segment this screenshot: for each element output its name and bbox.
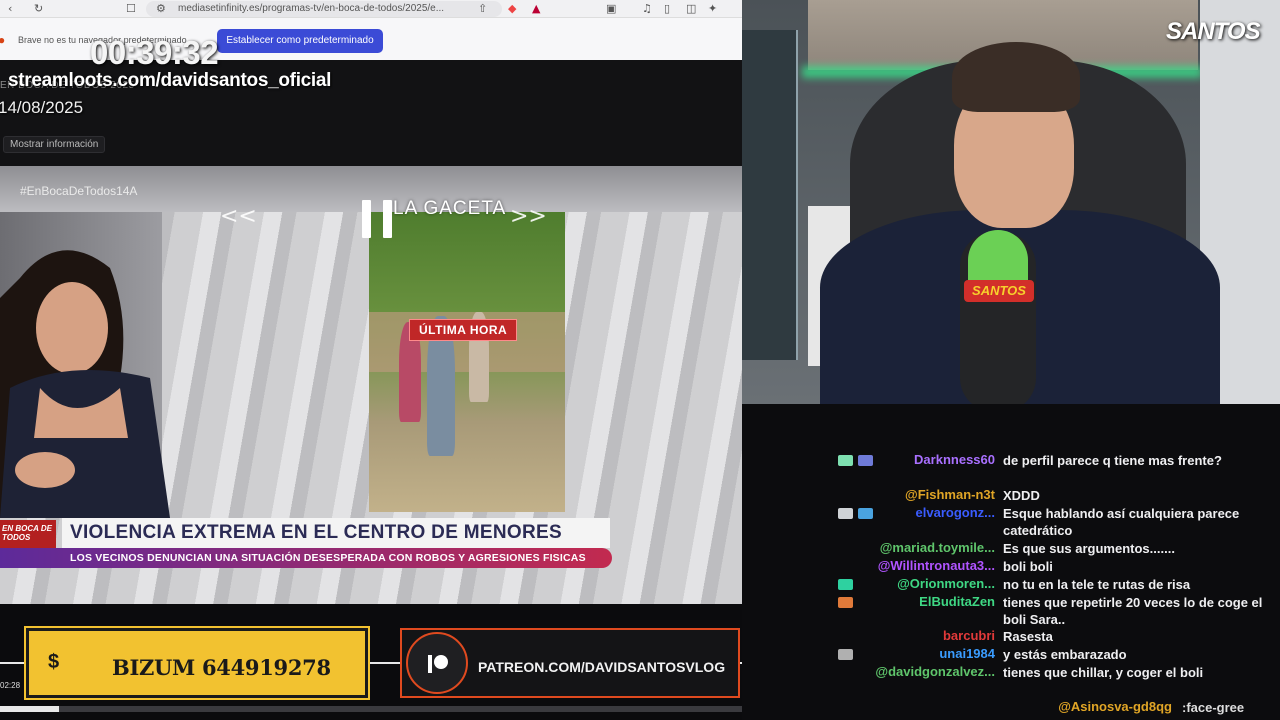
hashtag: #EnBocaDeTodos14A (20, 184, 138, 198)
chat-badge-icon (858, 508, 873, 519)
video-clip (369, 212, 565, 512)
chat-badge-icon (838, 597, 853, 608)
set-default-button[interactable]: Establecer como predeterminado (217, 29, 383, 53)
pause-button[interactable] (362, 200, 394, 238)
headline: VIOLENCIA EXTREMA EN EL CENTRO DE MENORE… (70, 522, 562, 543)
chat-username[interactable]: barcubri (943, 628, 995, 643)
patreon-icon (428, 655, 448, 673)
pause-bar (383, 200, 392, 238)
elapsed-time: 02:28 (0, 681, 21, 690)
url-text[interactable]: mediasetinfinity.es/programas-tv/en-boca… (178, 2, 444, 16)
music-icon[interactable]: ♫ (642, 2, 652, 16)
webcam-feed: SANTOS (742, 0, 1280, 404)
display-cabinet (742, 30, 798, 360)
chat-badge-icon (838, 579, 853, 590)
warning-icon: ● (0, 33, 6, 47)
patreon-link: PATREON.COM/DAVIDSANTOSVLOG (478, 659, 726, 675)
chat-username[interactable]: @mariad.toymile... (880, 540, 995, 555)
chat-message-text: Es que sus argumentos....... (1003, 541, 1175, 556)
chat-username[interactable]: unai1984 (939, 646, 995, 661)
chat-message-text: no tu en la tele te rutas de risa (1003, 577, 1191, 592)
rewards-icon[interactable]: ▲ (532, 2, 540, 16)
site-info-icon[interactable]: ⚙ (156, 2, 166, 16)
chat-badge-icon (858, 455, 873, 466)
stream-screen: ‹ ↻ ☐ ⚙ mediasetinfinity.es/programas-tv… (0, 0, 1280, 720)
reload-icon[interactable]: ↻ (34, 2, 43, 16)
chat-username[interactable]: ElBuditaZen (919, 594, 995, 609)
video-progress-fill (0, 706, 60, 712)
streamloots-link: streamloots.com/davidsantos_oficial (8, 70, 332, 91)
chat-username[interactable]: @Fishman-n3t (905, 487, 995, 502)
chat-message-text: Rasesta (1003, 629, 1053, 644)
share-icon[interactable]: ⇧ (478, 2, 487, 16)
chat-message-text: y estás embarazado (1003, 647, 1127, 662)
show-logo: EN BOCA DE TODOS (0, 520, 56, 548)
date-overlay: 14/08/2025 (0, 98, 84, 117)
chat-message-text: XDDD (1003, 488, 1040, 503)
bizum-number: BIZUM 644919278 (112, 655, 331, 680)
streamer-hair (952, 42, 1080, 112)
pause-bar (362, 200, 371, 238)
sidebar-icon[interactable]: ▯ (664, 2, 670, 16)
chat-username[interactable]: @Willintronauta3... (878, 558, 995, 573)
subheadline: LOS VECINOS DENUNCIAN UNA SITUACIÓN DESE… (70, 552, 586, 564)
chat-message-text: :face-gree (1182, 700, 1245, 715)
extensions-icon[interactable]: ✦ (708, 2, 717, 16)
forward-button[interactable]: >> (510, 204, 547, 229)
chat-message-text: de perfil parece q tiene mas frente? (1003, 453, 1222, 468)
presenter (0, 250, 170, 518)
chat-username[interactable]: elvarogonz... (916, 505, 995, 520)
chat-message-text: boli boli (1003, 559, 1053, 574)
chat-username[interactable]: @davidgonzalvez... (875, 664, 995, 679)
video-progress-track[interactable] (0, 706, 742, 712)
breaking-news-badge: ÚLTIMA HORA (409, 319, 518, 341)
back-icon[interactable]: ‹ (8, 2, 12, 16)
mic-logo: SANTOS (964, 280, 1034, 302)
chat-badge-icon (838, 649, 853, 660)
bookmark-icon[interactable]: ☐ (126, 2, 136, 16)
rewind-button[interactable]: << (220, 204, 257, 229)
chat-message-text: tienes que repetirle 20 veces lo de coge… (1003, 595, 1263, 627)
browser-toolbar: ‹ ↻ ☐ ⚙ mediasetinfinity.es/programas-tv… (0, 0, 742, 18)
stream-timer: 00:39:32 (90, 34, 219, 71)
chat-badge-icon (838, 455, 853, 466)
show-info-button[interactable]: Mostrar información (3, 136, 106, 153)
chat-message-text: tienes que chillar, y coger el boli (1003, 665, 1204, 680)
chat-username[interactable]: @Orionmoren... (897, 576, 995, 591)
chat-username[interactable]: Darknness60 (914, 452, 995, 467)
dollar-icon: $ (48, 651, 60, 673)
chat-username[interactable]: @Asinosva-gd8qg (1058, 699, 1172, 714)
wallet-icon[interactable]: ▣ (606, 2, 616, 16)
clip-brand: LA GACETA (393, 198, 507, 219)
leo-icon[interactable]: ◫ (686, 2, 696, 16)
chat-badge-icon (838, 508, 853, 519)
brave-shield-icon[interactable]: ◆ (508, 2, 516, 16)
chat-message-text: Esque hablando así cualquiera parece cat… (1003, 506, 1240, 538)
channel-logo: SANTOS (1166, 18, 1261, 45)
news-lower-third: EN BOCA DE TODOS VIOLENCIA EXTREMA EN EL… (0, 516, 612, 570)
